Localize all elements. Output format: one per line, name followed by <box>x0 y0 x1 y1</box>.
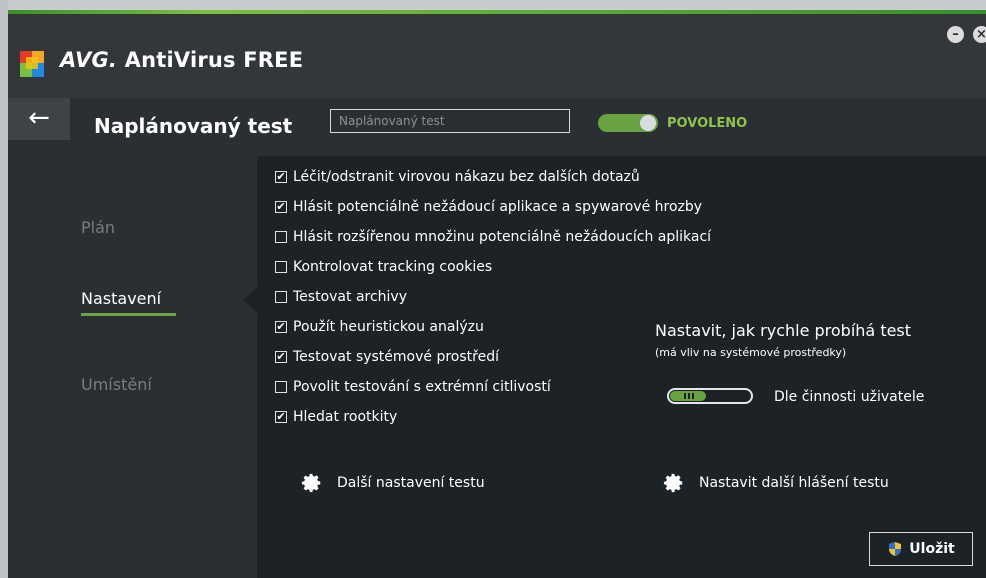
more-reports-label: Nastavit další hlášení testu <box>699 475 889 491</box>
option-checkbox[interactable]: ✔ <box>275 201 287 213</box>
speed-subtitle: (má vliv na systémové prostředky) <box>655 346 847 359</box>
option-row[interactable]: Testovat archivy <box>275 288 407 306</box>
option-label: Hledat rootkity <box>293 409 398 425</box>
option-label: Povolit testování s extrémní citlivostí <box>293 379 551 395</box>
uac-shield-icon <box>889 542 902 556</box>
active-tab-indicator <box>81 313 176 316</box>
sidebar-item-plan[interactable]: Plán <box>81 218 115 237</box>
option-checkbox[interactable]: ✔ <box>275 321 287 333</box>
more-settings-label: Další nastavení testu <box>337 475 485 491</box>
option-label: Hlásit rozšířenou množinu potenciálně ne… <box>293 229 712 245</box>
option-checkbox[interactable]: ✔ <box>275 411 287 423</box>
option-row[interactable]: ✔ Testovat systémové prostředí <box>275 348 499 366</box>
save-label: Uložit <box>909 541 955 557</box>
speed-value-label: Dle činnosti uživatele <box>774 389 925 405</box>
settings-panel: ✔ Léčit/odstranit virovou nákazu bez dalš… <box>257 156 986 578</box>
enabled-toggle[interactable] <box>598 114 658 132</box>
option-checkbox[interactable] <box>275 381 287 393</box>
back-button[interactable]: ← <box>8 98 70 140</box>
option-label: Testovat systémové prostředí <box>293 349 499 365</box>
gear-icon <box>663 473 683 493</box>
app-window: AVG. AntiVirus FREE – × ← Naplánovaný te… <box>8 10 986 578</box>
option-checkbox[interactable]: ✔ <box>275 351 287 363</box>
option-row[interactable]: Hlásit rozšířenou množinu potenciálně ne… <box>275 228 711 246</box>
sidebar-item-settings[interactable]: Nastavení <box>81 289 161 308</box>
option-label: Použít heuristickou analýzu <box>293 319 484 335</box>
sidebar-item-location[interactable]: Umístění <box>81 375 152 394</box>
app-title: AVG. AntiVirus FREE <box>60 48 303 72</box>
slider-fill <box>670 391 706 401</box>
more-reports-link[interactable]: Nastavit další hlášení testu <box>663 472 889 494</box>
title-bar: AVG. AntiVirus FREE – × <box>8 14 986 98</box>
avg-logo-icon <box>20 51 56 79</box>
desktop-frame <box>0 0 8 578</box>
app-brand: AVG. <box>60 48 118 72</box>
minimize-button[interactable]: – <box>947 26 964 43</box>
scan-speed-slider[interactable] <box>667 388 753 404</box>
option-row[interactable]: ✔ Léčit/odstranit virovou nákazu bez dalš… <box>275 168 640 186</box>
option-row[interactable]: Kontrolovat tracking cookies <box>275 258 492 276</box>
gear-icon <box>301 473 321 493</box>
arrow-left-icon: ← <box>28 103 50 133</box>
option-row[interactable]: ✔ Hledat rootkity <box>275 408 397 426</box>
option-checkbox[interactable] <box>275 261 287 273</box>
sidebar: Plán Nastavení Umístění <box>8 156 257 578</box>
more-settings-link[interactable]: Další nastavení testu <box>301 472 485 494</box>
option-row[interactable]: ✔ Hlásit potenciálně nežádoucí aplikace a… <box>275 198 702 216</box>
option-row[interactable]: ✔ Použít heuristickou analýzu <box>275 318 484 336</box>
toggle-label: POVOLENO <box>667 116 748 131</box>
page-header: ← Naplánovaný test POVOLENO <box>8 98 986 154</box>
toggle-knob <box>640 115 656 131</box>
option-checkbox[interactable] <box>275 291 287 303</box>
active-tab-pointer <box>243 287 257 313</box>
option-checkbox[interactable]: ✔ <box>275 171 287 183</box>
option-checkbox[interactable] <box>275 231 287 243</box>
option-label: Hlásit potenciálně nežádoucí aplikace a … <box>293 199 703 215</box>
page-title: Naplánovaný test <box>94 114 293 138</box>
close-button[interactable]: × <box>973 26 986 43</box>
speed-title: Nastavit, jak rychle probíhá test <box>655 321 912 340</box>
app-product: AntiVirus FREE <box>124 48 304 72</box>
scan-name-input[interactable] <box>330 109 570 133</box>
option-label: Kontrolovat tracking cookies <box>293 259 493 275</box>
save-button[interactable]: Uložit <box>869 532 973 566</box>
option-label: Testovat archivy <box>293 289 407 305</box>
option-row[interactable]: Povolit testování s extrémní citlivostí <box>275 378 551 396</box>
option-label: Léčit/odstranit virovou nákazu bez další… <box>293 169 640 185</box>
